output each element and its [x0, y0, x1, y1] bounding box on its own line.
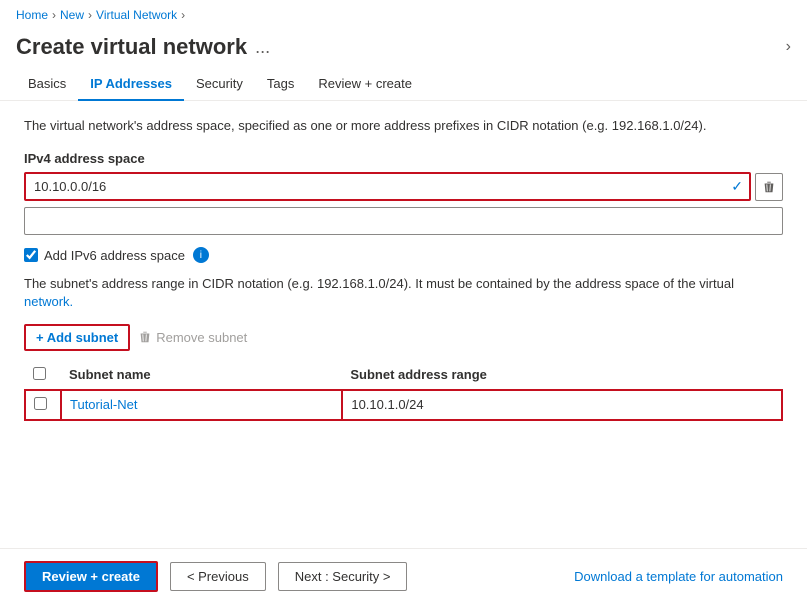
next-security-button[interactable]: Next : Security > [278, 562, 408, 591]
footer: Review + create < Previous Next : Securi… [0, 548, 807, 604]
subnet-actions: + Add subnet Remove subnet [24, 324, 783, 351]
ipv6-checkbox-label[interactable]: Add IPv6 address space [44, 248, 185, 263]
tab-basics[interactable]: Basics [16, 68, 78, 101]
breadcrumb-virtual-network[interactable]: Virtual Network [96, 8, 177, 22]
subnet-table: Subnet name Subnet address range Tutoria… [24, 361, 783, 421]
review-create-button[interactable]: Review + create [24, 561, 158, 592]
breadcrumb-home[interactable]: Home [16, 8, 48, 22]
ipv4-input-wrapper: ✓ [24, 172, 751, 201]
table-header-checkbox [25, 361, 61, 390]
tab-bar: Basics IP Addresses Security Tags Review… [0, 68, 807, 101]
table-header-name: Subnet name [61, 361, 342, 390]
table-header-row: Subnet name Subnet address range [25, 361, 782, 390]
page-title-row: Create virtual network ... › [0, 30, 807, 68]
breadcrumb-sep2: › [88, 8, 92, 22]
breadcrumb-sep1: › [52, 8, 56, 22]
ipv4-address-empty-input[interactable] [24, 207, 783, 235]
subnet-name-link[interactable]: Tutorial-Net [70, 397, 137, 412]
row-checkbox[interactable] [34, 397, 47, 410]
tab-tags[interactable]: Tags [255, 68, 306, 101]
main-content: The virtual network's address space, spe… [0, 101, 807, 548]
subnet-range-cell: 10.10.1.0/24 [342, 390, 782, 420]
ipv4-address-row: ✓ [24, 172, 783, 201]
subnet-description: The subnet's address range in CIDR notat… [24, 275, 783, 311]
breadcrumb: Home › New › Virtual Network › [0, 0, 807, 30]
subnet-desc-link: network. [24, 294, 73, 309]
remove-icon [138, 330, 152, 344]
ipv4-address-input[interactable] [26, 174, 725, 199]
table-header-range: Subnet address range [342, 361, 782, 390]
remove-subnet-label: Remove subnet [156, 330, 247, 345]
page-title: Create virtual network [16, 34, 247, 60]
table-row: Tutorial-Net 10.10.1.0/24 [25, 390, 782, 420]
ipv4-label: IPv4 address space [24, 151, 783, 166]
previous-button[interactable]: < Previous [170, 562, 266, 591]
tab-security[interactable]: Security [184, 68, 255, 101]
subnet-name-cell: Tutorial-Net [61, 390, 342, 420]
tab-ip-addresses[interactable]: IP Addresses [78, 68, 184, 101]
ipv6-checkbox-row: Add IPv6 address space i [24, 247, 783, 263]
download-template-link[interactable]: Download a template for automation [574, 569, 783, 584]
page-container: Home › New › Virtual Network › Create vi… [0, 0, 807, 604]
ipv6-checkbox[interactable] [24, 248, 38, 262]
title-options-icon[interactable]: ... [255, 37, 270, 58]
tab-review-create[interactable]: Review + create [306, 68, 424, 101]
delete-ipv4-button[interactable] [755, 173, 783, 201]
expand-arrow-icon[interactable]: › [786, 38, 791, 56]
description-text: The virtual network's address space, spe… [24, 117, 783, 135]
breadcrumb-new[interactable]: New [60, 8, 84, 22]
add-subnet-button[interactable]: + Add subnet [24, 324, 130, 351]
select-all-checkbox[interactable] [33, 367, 46, 380]
row-checkbox-cell [25, 390, 61, 420]
ipv6-info-icon[interactable]: i [193, 247, 209, 263]
breadcrumb-sep3: › [181, 8, 185, 22]
input-checkmark-icon: ✓ [725, 178, 749, 195]
trash-icon [762, 180, 776, 194]
remove-subnet-button[interactable]: Remove subnet [138, 330, 247, 345]
